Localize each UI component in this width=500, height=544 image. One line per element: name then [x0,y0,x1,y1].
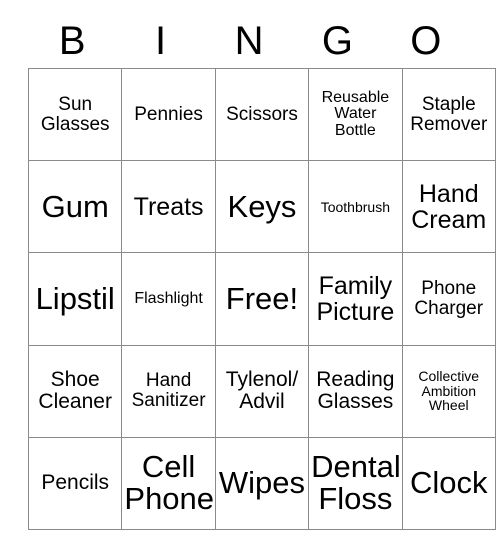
bingo-cell-label: Wipes [218,465,306,501]
bingo-row: Pencils Cell Phone Wipes Dental Floss Cl… [27,436,496,530]
bingo-cell-label: Shoe Cleaner [38,368,112,414]
bingo-cell-label: Family Picture [316,271,395,326]
bingo-cell[interactable]: Pennies [121,67,216,162]
header-letter-n: N [234,19,264,63]
bingo-cell-label: Phone Charger [414,278,484,319]
bingo-cell-label: Toothbrush [320,198,390,215]
bingo-cell[interactable]: Sun Glasses [27,67,123,162]
bingo-row: Gum Treats Keys Toothbrush Hand Cream [27,160,496,254]
bingo-cell[interactable]: Flashlight [121,252,216,346]
bingo-cell[interactable]: Wipes [214,436,310,530]
bingo-cell[interactable]: Tylenol/ Advil [214,344,310,438]
bingo-cell-label: Dental Floss [311,449,401,517]
bingo-cell-label: Cell Phone [124,449,215,517]
bingo-header: B I N G O [28,14,470,68]
bingo-cell-label: Sun Glasses [40,93,110,135]
header-letter-i: I [155,19,167,63]
bingo-cell[interactable]: Hand Cream [401,160,496,254]
bingo-cell[interactable]: Clock [401,436,496,530]
bingo-cell-label: Gum [41,188,109,224]
bingo-card: B I N G O Sun Glasses Pennies Scissors R… [0,0,500,544]
bingo-cell[interactable]: Shoe Cleaner [27,344,123,438]
bingo-row: Shoe Cleaner Hand Sanitizer Tylenol/ Adv… [27,344,496,438]
bingo-cell-label: Hand Cream [411,179,487,234]
bingo-cell-label: Treats [133,192,204,221]
bingo-cell[interactable]: Reading Glasses [308,344,403,438]
bingo-cell-free[interactable]: Free! [214,252,310,346]
bingo-cell-label: Tylenol/ Advil [225,368,299,414]
bingo-cell-label: Pennies [134,103,203,125]
bingo-cell-label: Hand Sanitizer [131,370,206,412]
bingo-cell[interactable]: Lipstil [27,252,123,346]
bingo-row: Lipstil Flashlight Free! Family Picture … [27,252,496,346]
bingo-cell-label: Reusable Water Bottle [321,88,390,139]
bingo-cell[interactable]: Phone Charger [401,252,496,346]
bingo-cell[interactable]: Scissors [214,67,310,162]
bingo-free-space-label: Free! [225,280,299,316]
header-letter-b: B [58,19,86,63]
bingo-cell-label: Collective Ambition Wheel [418,368,480,414]
bingo-cell[interactable]: Keys [214,160,310,254]
bingo-cell[interactable]: Pencils [27,436,123,530]
bingo-cell[interactable]: Dental Floss [308,436,403,530]
bingo-cell[interactable]: Treats [121,160,216,254]
header-letter-g: G [321,19,353,63]
bingo-cell[interactable]: Toothbrush [308,160,403,254]
bingo-cell[interactable]: Gum [27,160,123,254]
header-letter-o: O [410,19,442,63]
bingo-row: Sun Glasses Pennies Scissors Reusable Wa… [27,67,496,162]
bingo-grid-body: Sun Glasses Pennies Scissors Reusable Wa… [27,67,496,530]
bingo-cell[interactable]: Cell Phone [121,436,216,530]
bingo-cell[interactable]: Reusable Water Bottle [308,67,403,162]
bingo-cell-label: Reading Glasses [316,368,395,414]
bingo-cell-label: Scissors [226,103,298,125]
bingo-cell-label: Staple Remover [410,93,488,135]
bingo-cell-label: Keys [227,188,297,224]
bingo-cell-label: Lipstil [35,280,115,316]
bingo-cell[interactable]: Family Picture [308,252,403,346]
bingo-cell[interactable]: Collective Ambition Wheel [401,344,496,438]
bingo-cell-label: Pencils [41,471,110,495]
bingo-cell[interactable]: Staple Remover [401,67,496,162]
bingo-cell-label: Clock [410,465,488,501]
bingo-cell-label: Flashlight [134,289,203,307]
bingo-cell[interactable]: Hand Sanitizer [121,344,216,438]
bingo-grid: Sun Glasses Pennies Scissors Reusable Wa… [27,67,496,530]
